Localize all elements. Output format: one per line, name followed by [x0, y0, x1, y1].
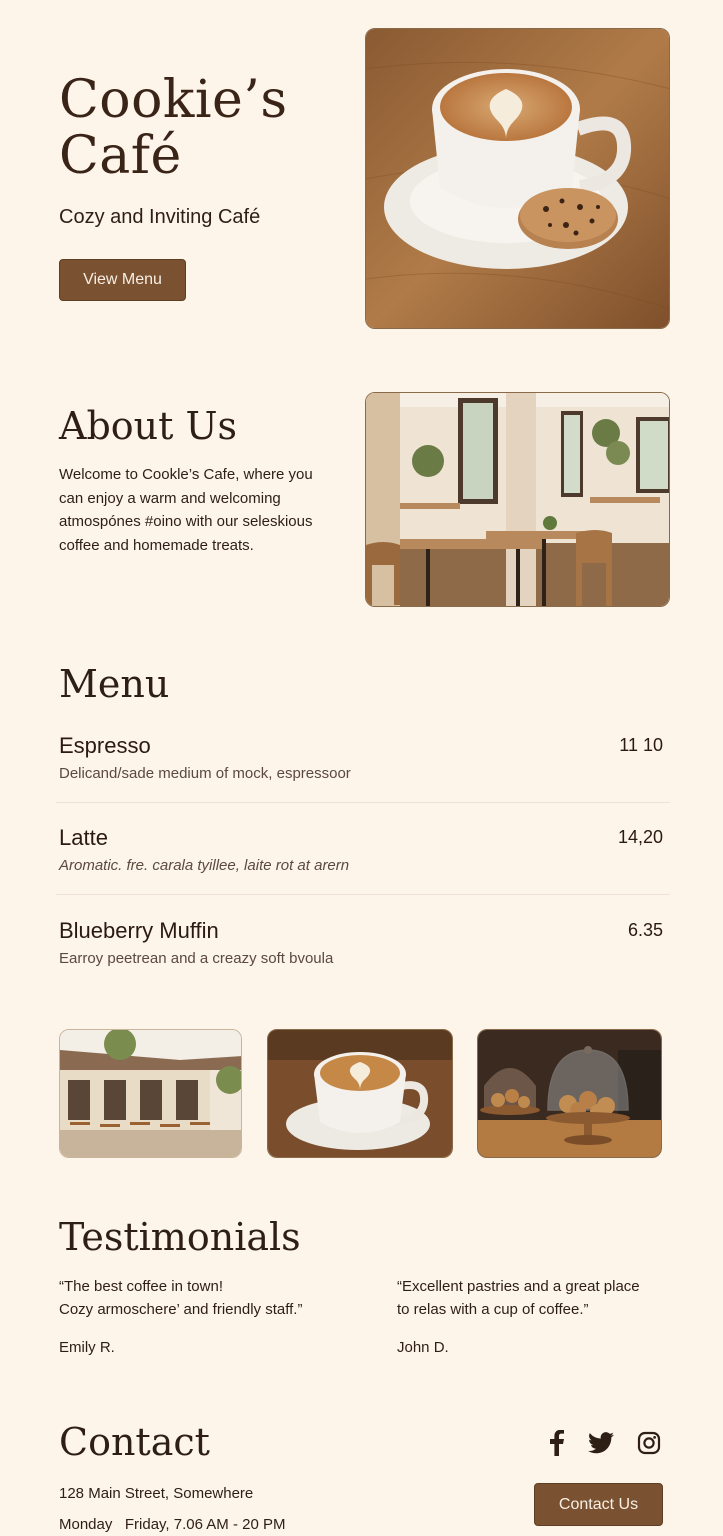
twitter-icon[interactable]: [588, 1430, 614, 1456]
hero-latte-cookie-image: [365, 28, 670, 329]
menu-item-name: Espresso: [59, 733, 151, 758]
gallery-storefront-image: [59, 1029, 242, 1158]
gallery-pastries-image: [477, 1029, 662, 1158]
contact-us-button[interactable]: Contact Us: [534, 1483, 663, 1526]
menu-item-description: Delicand/sade medium of mock, espressoor: [59, 765, 351, 782]
testimonial-author: John D.: [397, 1339, 449, 1356]
testimonial-line: Cozy armoschere’ and friendly staff.”: [59, 1301, 303, 1318]
menu-item-price: 6.35: [627, 920, 663, 940]
menu-divider: [56, 894, 670, 895]
testimonial-line: “Excellent pastries and a great place: [397, 1278, 640, 1295]
cafe-interior-image: [365, 392, 670, 607]
menu-item-name: Blueberry Muffin: [59, 918, 219, 943]
facebook-icon[interactable]: [544, 1430, 570, 1456]
hero-title-line2: Café: [59, 126, 182, 186]
menu-item-price: 11 10: [619, 735, 663, 755]
instagram-icon[interactable]: [636, 1430, 662, 1456]
menu-item: Blueberry Muffin 6.35 Earroy peetrean an…: [59, 918, 663, 967]
menu-item: Espresso 11 10 Delicand/sade medium of m…: [59, 733, 663, 782]
contact-hours: Monday Friday, 7.06 AM - 20 PM: [59, 1516, 286, 1533]
hero-title-line1: Cookie’s: [59, 70, 288, 130]
menu-divider: [56, 802, 670, 803]
gallery-latte-image: [267, 1029, 453, 1158]
about-text: Welcome to Cookle’s Cafe, where you can …: [59, 466, 313, 554]
contact-address: 128 Main Street, Somewhere: [59, 1485, 254, 1502]
testimonial-author: Emily R.: [59, 1339, 115, 1356]
contact-heading: Contact: [59, 1420, 210, 1464]
view-menu-button[interactable]: View Menu: [59, 259, 186, 301]
hero-title: Cookie’s Café: [59, 72, 288, 184]
menu-item-description: Aromatic. fre. carala tyillee, laite rot…: [59, 857, 350, 874]
testimonial-line: to relas with a cup of coffee.”: [397, 1301, 589, 1318]
testimonial-quote: “Excellent pastries and a great place to…: [397, 1275, 687, 1321]
testimonial-quote: “The best coffee in town! Cozy armoscher…: [59, 1275, 349, 1321]
menu-item-description: Earroy peetrean and a creazy soft bvoula: [59, 950, 334, 967]
menu-item-price: 14,20: [617, 827, 663, 847]
menu-item-name: Latte: [59, 825, 108, 850]
about-heading: About Us: [59, 404, 237, 448]
hero-subtitle: Cozy and Inviting Café: [59, 206, 261, 228]
testimonials-heading: Testimonials: [59, 1215, 301, 1259]
testimonial-line: “The best coffee in town!: [59, 1278, 223, 1295]
menu-item: Latte 14,20 Aromatic. fre. carala tyille…: [59, 825, 663, 874]
menu-heading: Menu: [59, 662, 170, 706]
